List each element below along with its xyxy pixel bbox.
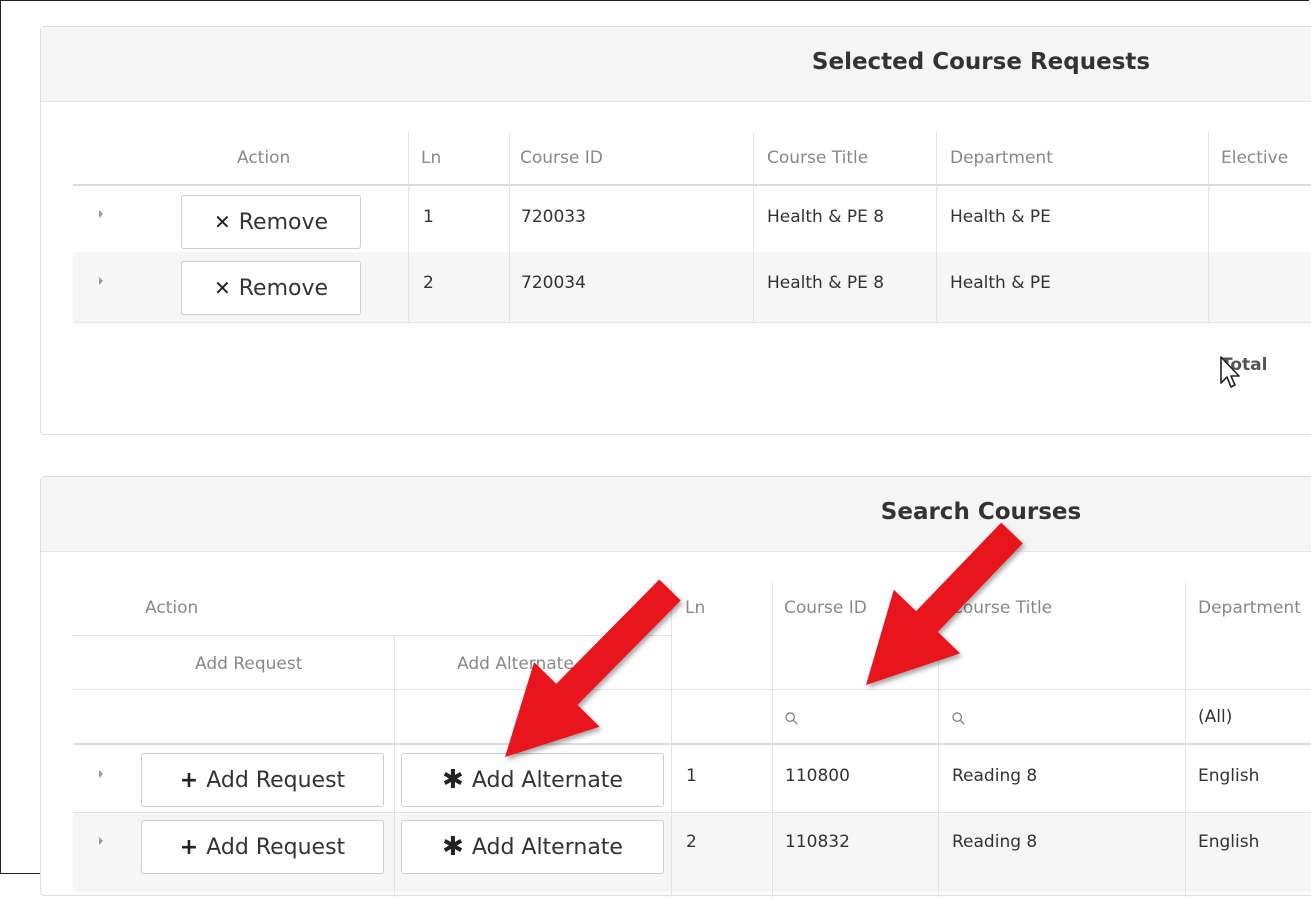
arrow-pointing-to-course-id-search (866, 522, 1023, 685)
arrow-pointing-to-add-alternate (505, 579, 681, 757)
annotation-arrows (505, 522, 1023, 757)
